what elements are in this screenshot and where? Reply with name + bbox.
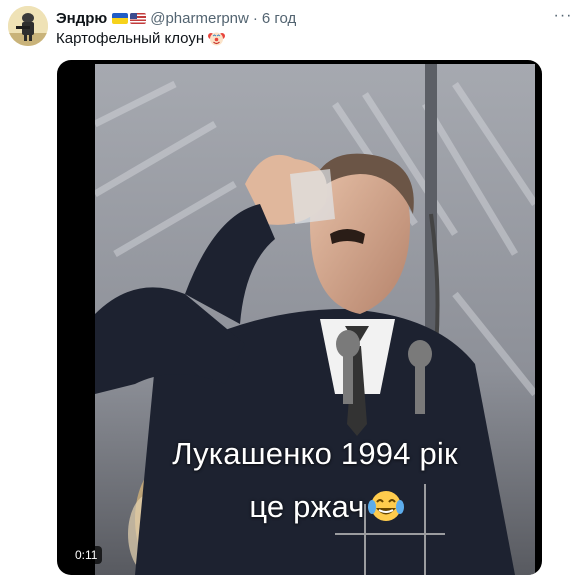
video-duration-badge: 0:11 [70, 546, 103, 564]
separator-dot: · [252, 9, 258, 27]
video-frame[interactable]: Лукашенко 1994 рік це ржач [95, 64, 535, 575]
tweet-timestamp[interactable]: 6 год [262, 10, 296, 27]
usa-flag-icon [130, 12, 147, 24]
video-player[interactable]: Лукашенко 1994 рік це ржач 0:11 [57, 60, 542, 575]
video-caption-line1: Лукашенко 1994 рік [172, 436, 458, 471]
author-handle[interactable]: @pharmerpnw [150, 10, 249, 27]
ukraine-flag-icon [112, 12, 129, 24]
tweet-header: Эндрю @pharmerpnw · 6 год [56, 8, 296, 28]
clown-face-emoji-icon [208, 30, 226, 47]
tweet-text: Картофельный клоун [56, 30, 226, 47]
tweet[interactable]: Эндрю @pharmerpnw · 6 год ··· Картофельн… [0, 0, 581, 575]
flag-icons [112, 12, 147, 24]
avatar[interactable] [8, 6, 48, 46]
face-with-tears-of-joy-emoji-icon [367, 489, 405, 523]
more-horizontal-icon[interactable]: ··· [552, 6, 574, 26]
video-caption-text: це ржач [249, 489, 365, 524]
video-caption-line2: це ржач [107, 489, 535, 525]
tweet-text-content: Картофельный клоун [56, 30, 205, 47]
author-name[interactable]: Эндрю [56, 10, 107, 27]
